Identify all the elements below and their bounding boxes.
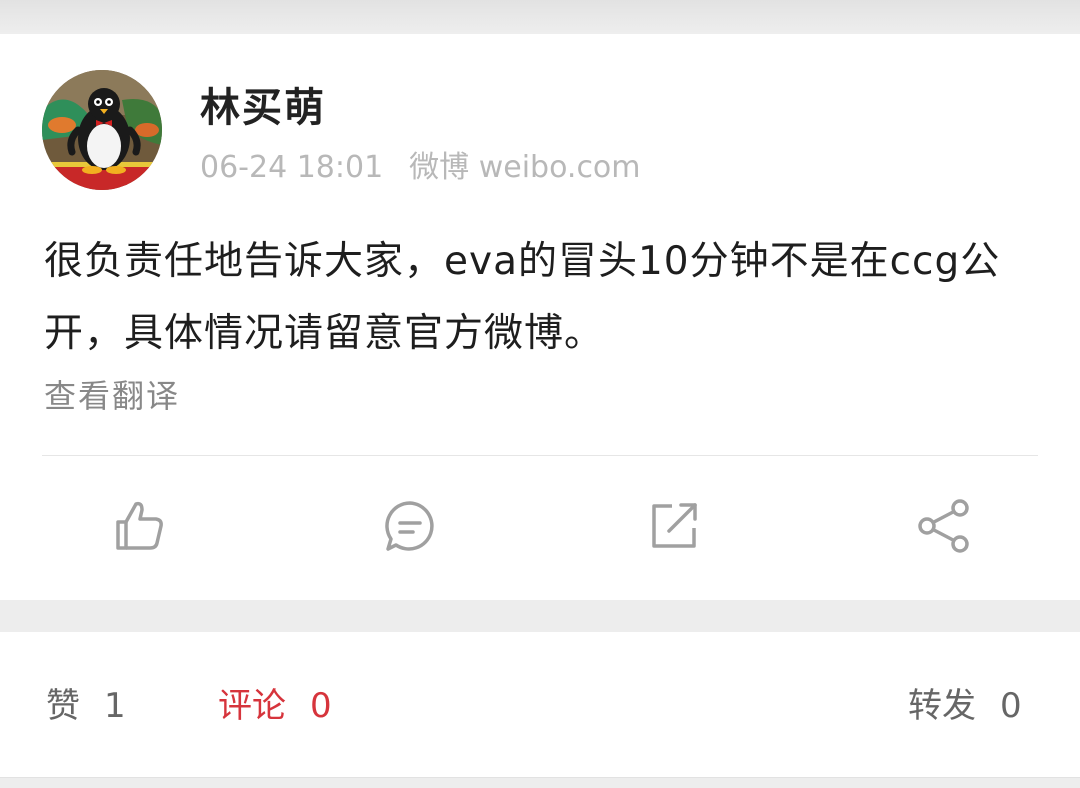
reposts-label: 转发 (908, 686, 976, 726)
share-icon (918, 499, 969, 553)
comments-label: 评论 (218, 686, 286, 726)
post-source: 微博 weibo.com (409, 150, 641, 185)
divider (42, 455, 1038, 456)
post-content: 很负责任地告诉大家，eva的冒头10分钟不是在ccg公开，具体情况请留意官方微博… (44, 239, 1001, 356)
comments-count: 0 (310, 686, 332, 726)
comments-tab[interactable]: 评论 0 (218, 684, 332, 728)
reposts-count: 0 (1000, 686, 1022, 726)
translate-link[interactable]: 查看翻译 (44, 376, 180, 416)
thumbs-up-icon (116, 501, 163, 550)
post-timestamp: 06-24 18:01 (200, 150, 384, 185)
comment-button[interactable] (380, 496, 440, 556)
likes-tab[interactable]: 赞1 (46, 684, 126, 728)
likes-label: 赞 (46, 686, 80, 726)
penguin-avatar-icon (42, 70, 162, 190)
repost-icon (652, 503, 697, 548)
like-button[interactable] (110, 496, 170, 556)
author-name[interactable]: 林买萌 (200, 84, 326, 132)
avatar[interactable] (42, 70, 162, 190)
share-button[interactable] (914, 496, 974, 556)
likes-count: 1 (104, 686, 126, 726)
footer-divider (0, 777, 1080, 778)
stats-bar: 赞1 评论 0 转发 0 (0, 632, 1080, 777)
top-shadow-bar (0, 0, 1080, 34)
post-card: 林买萌 06-24 18:01 微博 weibo.com 很负责任地告诉大家，ev… (0, 34, 1080, 600)
post-meta: 06-24 18:01 微博 weibo.com (200, 148, 667, 188)
comment-icon (385, 501, 434, 551)
repost-button[interactable] (645, 496, 705, 556)
reposts-tab[interactable]: 转发 0 (908, 684, 1022, 728)
